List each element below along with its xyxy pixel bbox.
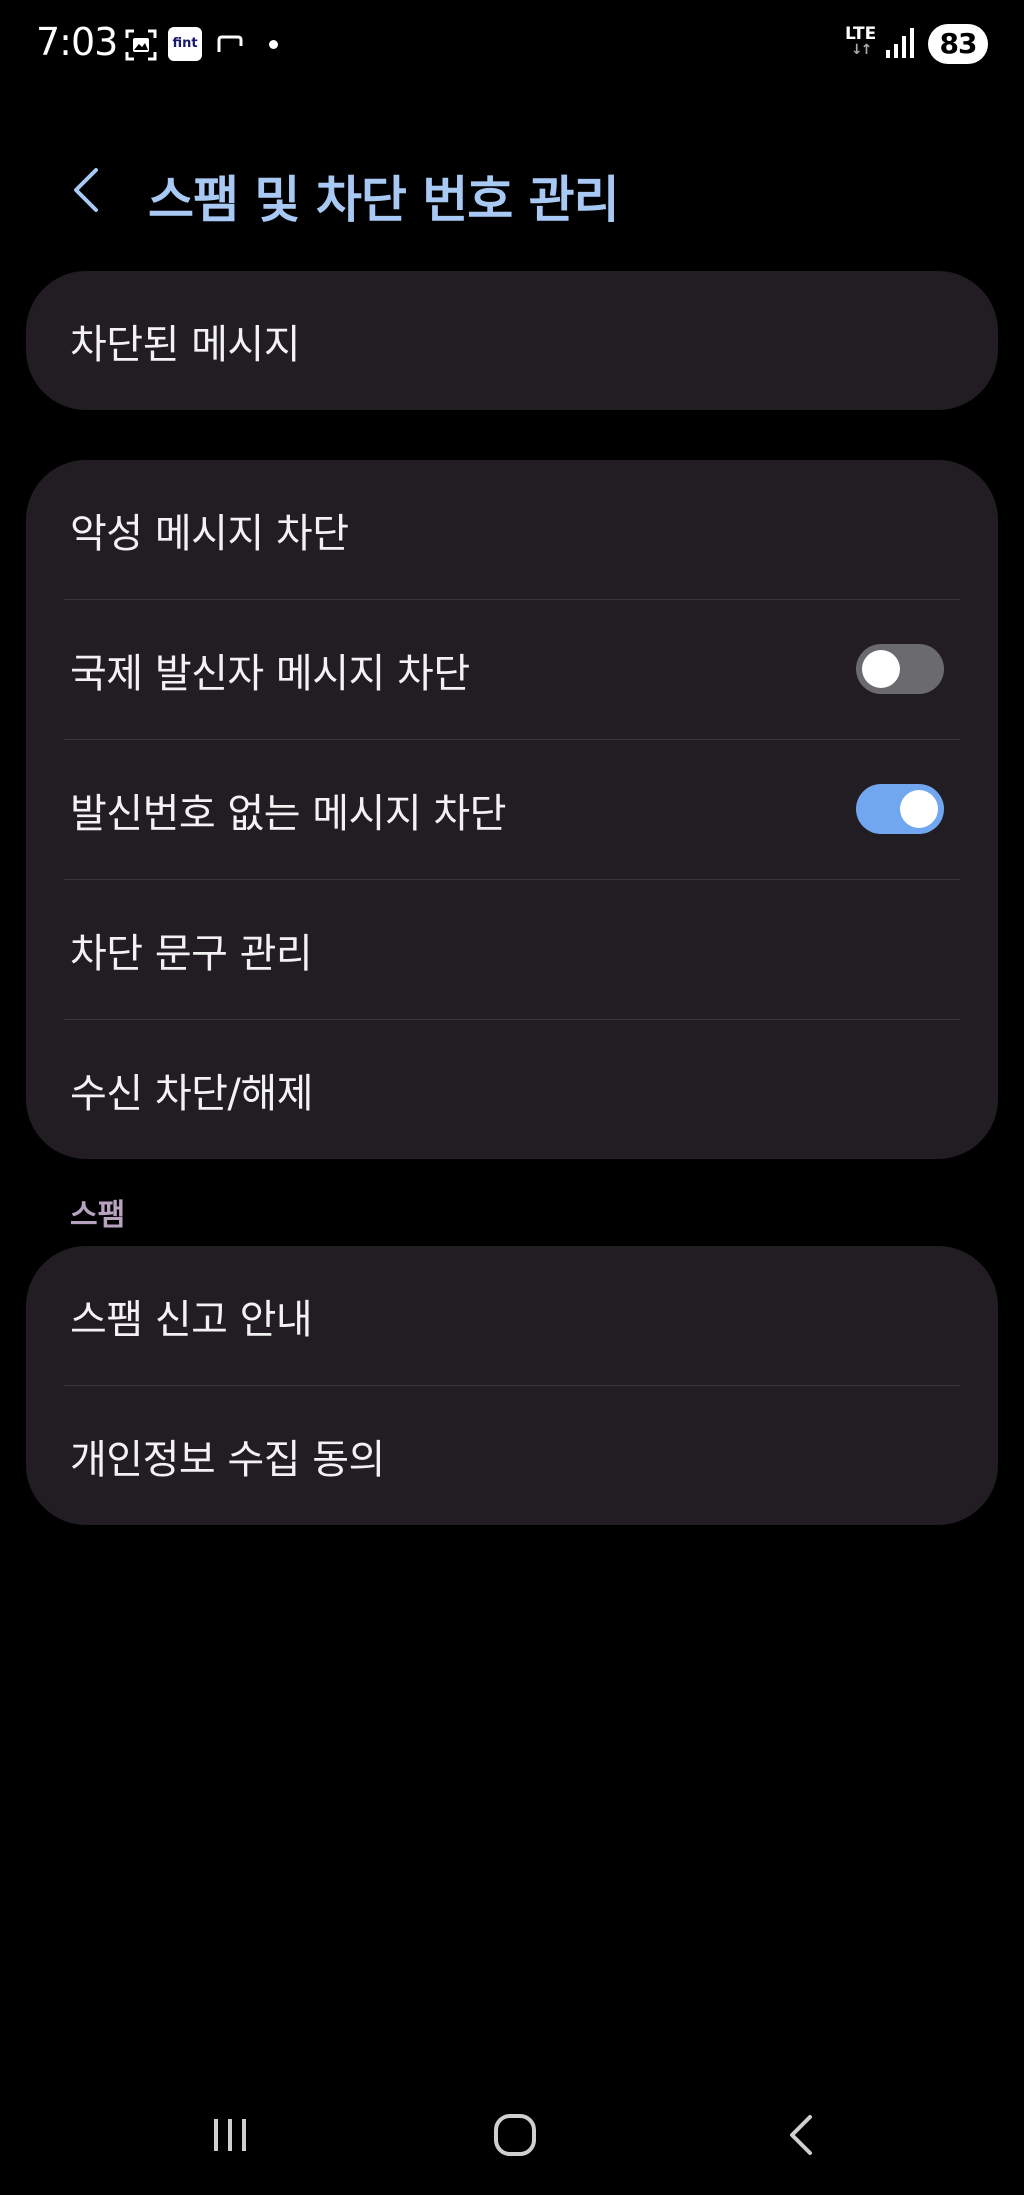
spam-section-header: 스팸 — [70, 1198, 126, 1233]
privacy-consent-label: 개인정보 수집 동의 — [70, 1436, 385, 1483]
lte-icon: LTE ↓↑ — [845, 24, 877, 59]
status-bar: 7:03 fint LTE ↓↑ 83 — [0, 0, 1024, 90]
data-activity-arrows: ↓↑ — [850, 42, 872, 58]
spam-card: 스팸 신고 안내 개인정보 수집 동의 — [26, 1246, 998, 1525]
no-caller-id-block-toggle[interactable] — [856, 784, 944, 834]
recent-apps-button[interactable] — [190, 2095, 270, 2175]
spam-report-guide-item[interactable]: 스팸 신고 안내 — [26, 1246, 998, 1385]
malicious-message-block-item[interactable]: 악성 메시지 차단 — [26, 460, 998, 599]
block-phrases-item[interactable]: 차단 문구 관리 — [26, 880, 998, 1019]
block-unblock-label: 수신 차단/해제 — [70, 1070, 314, 1117]
fint-app-icon: fint — [168, 27, 202, 61]
message-icon — [217, 35, 243, 52]
page-title: 스팸 및 차단 번호 관리 — [148, 171, 620, 229]
blocked-messages-item[interactable]: 차단된 메시지 — [26, 271, 998, 410]
back-icon — [790, 2115, 812, 2155]
block-unblock-item[interactable]: 수신 차단/해제 — [26, 1020, 998, 1159]
blocked-messages-label: 차단된 메시지 — [70, 321, 301, 368]
international-sender-block-label: 국제 발신자 메시지 차단 — [70, 650, 470, 697]
battery-icon: 83 — [928, 24, 988, 64]
toggle-knob — [862, 650, 900, 688]
spam-report-guide-label: 스팸 신고 안내 — [70, 1296, 313, 1343]
privacy-consent-item[interactable]: 개인정보 수집 동의 — [26, 1386, 998, 1525]
malicious-message-block-label: 악성 메시지 차단 — [70, 510, 349, 557]
chevron-left-icon — [74, 168, 98, 212]
signal-icon — [886, 28, 914, 58]
home-icon — [494, 2114, 536, 2156]
network-type-label: LTE — [845, 24, 877, 44]
back-button[interactable] — [60, 162, 116, 218]
app-bar: 스팸 및 차단 번호 관리 — [0, 150, 1024, 230]
screenshot-icon — [125, 29, 157, 61]
home-button[interactable] — [475, 2095, 555, 2175]
block-phrases-label: 차단 문구 관리 — [70, 930, 313, 977]
nav-back-button[interactable] — [762, 2095, 842, 2175]
international-sender-block-item[interactable]: 국제 발신자 메시지 차단 — [26, 600, 998, 739]
blocked-messages-card: 차단된 메시지 — [26, 271, 998, 410]
recent-apps-icon — [214, 2119, 246, 2151]
block-settings-card: 악성 메시지 차단 국제 발신자 메시지 차단 발신번호 없는 메시지 차단 차… — [26, 460, 998, 1159]
notification-dot-icon — [269, 40, 278, 49]
status-time: 7:03 — [36, 20, 118, 64]
navigation-bar — [0, 2065, 1024, 2195]
no-caller-id-block-label: 발신번호 없는 메시지 차단 — [70, 790, 506, 837]
toggle-knob — [900, 790, 938, 828]
no-caller-id-block-item[interactable]: 발신번호 없는 메시지 차단 — [26, 740, 998, 879]
international-sender-block-toggle[interactable] — [856, 644, 944, 694]
